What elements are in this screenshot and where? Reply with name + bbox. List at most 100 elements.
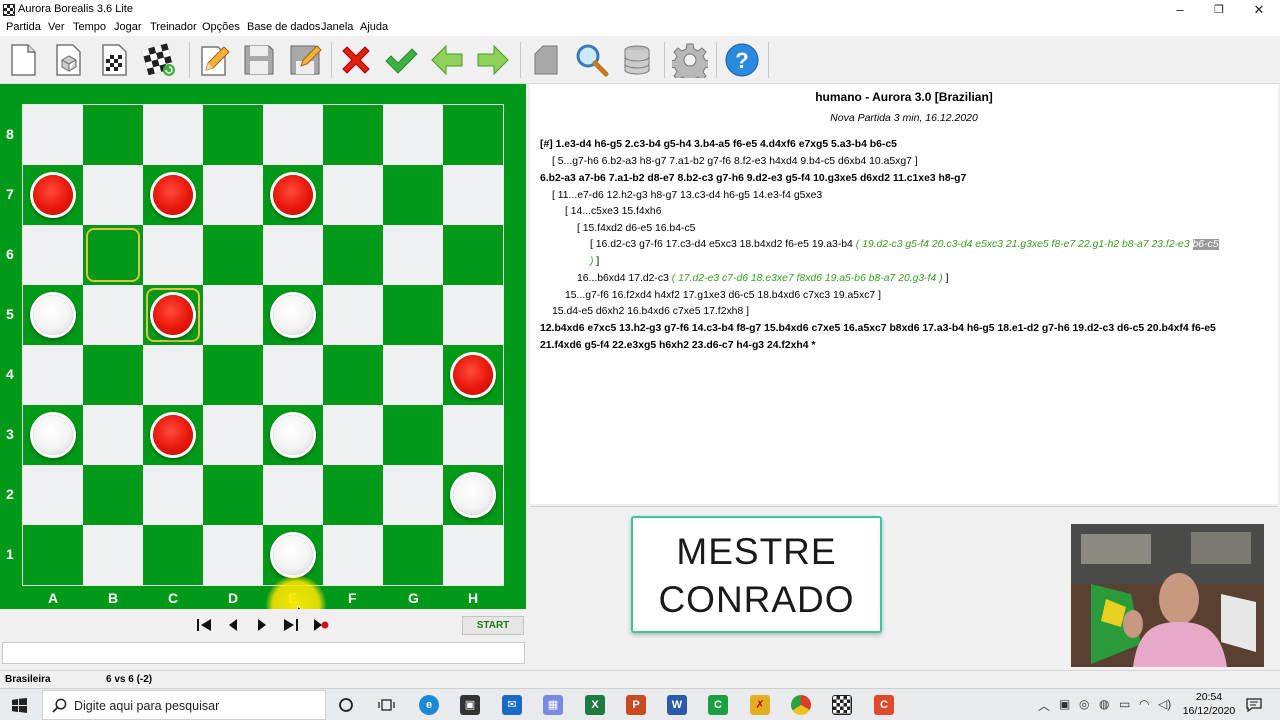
- red-piece[interactable]: [33, 175, 73, 215]
- square-f7[interactable]: [323, 165, 383, 225]
- move-line[interactable]: 6.b2-a3 a7-b6 7.a1-b2 d8-e7 8.b2-c3 g7-h…: [540, 173, 966, 184]
- edit-button[interactable]: [194, 41, 234, 79]
- move-line[interactable]: 12.b4xd6 e7xc5 13.h2-g3 g7-f6 14.c3-b4 f…: [540, 323, 1216, 334]
- square-g6[interactable]: [383, 225, 443, 285]
- white-piece[interactable]: [273, 535, 313, 575]
- 3d-board-button[interactable]: [48, 41, 88, 79]
- close-button[interactable]: ✕: [1239, 0, 1279, 20]
- square-f1[interactable]: [323, 525, 383, 585]
- square-c8[interactable]: [143, 105, 203, 165]
- camtasia-icon[interactable]: C: [708, 695, 728, 715]
- confirm-button[interactable]: [381, 41, 421, 79]
- clock-time[interactable]: 20:54: [1186, 691, 1232, 703]
- variation-line[interactable]: [ 11...e7-d6 12.h2-g3 h8-g7 13.c3-d4 h6-…: [552, 190, 822, 201]
- status-message-field[interactable]: [2, 642, 525, 664]
- menu-tempo[interactable]: Tempo: [73, 21, 106, 33]
- cancel-button[interactable]: [336, 41, 376, 79]
- cortana-icon[interactable]: [338, 697, 354, 713]
- square-d8[interactable]: [203, 105, 263, 165]
- square-g4[interactable]: [383, 345, 443, 405]
- menu-ajuda[interactable]: Ajuda: [360, 21, 388, 33]
- square-g7[interactable]: [383, 165, 443, 225]
- square-f5[interactable]: [323, 285, 383, 345]
- square-c6[interactable]: [143, 225, 203, 285]
- square-f3[interactable]: [323, 405, 383, 465]
- red-piece[interactable]: [453, 355, 493, 395]
- square-b7[interactable]: [83, 165, 143, 225]
- variation-line[interactable]: [ 14...c5xe3 15.f4xh6: [565, 206, 661, 217]
- windows-start-icon[interactable]: [12, 698, 27, 713]
- menu-janela[interactable]: Janela: [321, 21, 353, 33]
- search-button[interactable]: [572, 41, 612, 79]
- settings-button[interactable]: [670, 41, 710, 79]
- next-move-icon[interactable]: [252, 617, 272, 633]
- square-a8[interactable]: [23, 105, 83, 165]
- square-h6[interactable]: [443, 225, 503, 285]
- excel-icon[interactable]: X: [585, 695, 605, 715]
- move-line[interactable]: 21.f4xd6 g5-f4 22.e3xg5 h6xh2 23.d6-c7 h…: [540, 340, 816, 351]
- photos-icon[interactable]: ▦: [543, 695, 563, 715]
- taskbar-search-box[interactable]: Digite aqui para pesquisar: [42, 690, 326, 720]
- square-b3[interactable]: [83, 405, 143, 465]
- clock-date[interactable]: 16/12/2020: [1180, 705, 1238, 717]
- tag-button[interactable]: [527, 41, 567, 79]
- square-d7[interactable]: [203, 165, 263, 225]
- square-h1[interactable]: [443, 525, 503, 585]
- menu-ver[interactable]: Ver: [48, 21, 65, 33]
- square-g2[interactable]: [383, 465, 443, 525]
- square-e6[interactable]: [263, 225, 323, 285]
- variation-line[interactable]: [ 15.f4xd2 d6-e5 16.b4-c5: [577, 223, 695, 234]
- square-b4[interactable]: [83, 345, 143, 405]
- white-piece[interactable]: [453, 475, 493, 515]
- white-piece[interactable]: [33, 295, 73, 335]
- square-f4[interactable]: [323, 345, 383, 405]
- menu-treinador[interactable]: Treinador: [150, 21, 197, 33]
- square-g3[interactable]: [383, 405, 443, 465]
- start-button[interactable]: START: [462, 616, 524, 635]
- aurora-borealis-icon[interactable]: [832, 695, 852, 715]
- last-move-icon[interactable]: [281, 617, 301, 633]
- square-d4[interactable]: [203, 345, 263, 405]
- task-view-icon[interactable]: [378, 697, 395, 713]
- square-d3[interactable]: [203, 405, 263, 465]
- battery-icon[interactable]: ▭: [1119, 697, 1130, 711]
- checkers-board[interactable]: [22, 104, 504, 586]
- square-a1[interactable]: [23, 525, 83, 585]
- square-b5[interactable]: [83, 285, 143, 345]
- square-c4[interactable]: [143, 345, 203, 405]
- powerpoint-icon[interactable]: P: [626, 695, 646, 715]
- app-icon-checkers[interactable]: ✗: [750, 695, 770, 715]
- square-a4[interactable]: [23, 345, 83, 405]
- variation-line[interactable]: 15...g7-f6 16.f2xd4 h4xf2 17.g1xe3 d6-c5…: [565, 290, 881, 301]
- square-a6[interactable]: [23, 225, 83, 285]
- square-e4[interactable]: [263, 345, 323, 405]
- menu-opcoes[interactable]: Opções: [202, 21, 240, 33]
- notifications-icon[interactable]: [1246, 697, 1262, 713]
- database-button[interactable]: [617, 41, 657, 79]
- variation-line[interactable]: [ 5...g7-h6 6.b2-a3 h8-g7 7.a1-b2 g7-f6 …: [552, 156, 918, 167]
- previous-button[interactable]: [427, 41, 467, 79]
- menu-base-de-dados[interactable]: Base de dados: [247, 21, 320, 33]
- notation-panel[interactable]: humano - Aurora 3.0 [Brazilian] Nova Par…: [530, 84, 1278, 504]
- square-e2[interactable]: [263, 465, 323, 525]
- move-line[interactable]: [#] 1.e3-d4 h6-g5 2.c3-b4 g5-h4 3.b4-a5 …: [540, 139, 897, 150]
- square-b1[interactable]: [83, 525, 143, 585]
- chrome-icon[interactable]: [791, 695, 811, 715]
- square-b2[interactable]: [83, 465, 143, 525]
- red-piece[interactable]: [153, 295, 193, 335]
- board-refresh-button[interactable]: [139, 41, 179, 79]
- square-e8[interactable]: [263, 105, 323, 165]
- minimize-button[interactable]: –: [1160, 0, 1200, 20]
- tray-network-icon[interactable]: ▣: [1059, 697, 1070, 711]
- previous-move-icon[interactable]: [223, 617, 243, 633]
- selected-move[interactable]: b6-c5: [1192, 239, 1219, 250]
- white-piece[interactable]: [33, 415, 73, 455]
- white-piece[interactable]: [273, 415, 313, 455]
- tray-security-icon[interactable]: ◍: [1099, 697, 1109, 711]
- square-d5[interactable]: [203, 285, 263, 345]
- square-g1[interactable]: [383, 525, 443, 585]
- variation-line[interactable]: 16...b6xd4 17.d2-c3 ( 17.d2-e3 c7-d6 18.…: [577, 273, 948, 284]
- variation-line[interactable]: 15.d4-e5 d6xh2 16.b4xd6 c7xe5 17.f2xh8 ]: [552, 306, 749, 317]
- help-button[interactable]: ?: [722, 41, 762, 79]
- autoplay-icon[interactable]: [311, 617, 331, 633]
